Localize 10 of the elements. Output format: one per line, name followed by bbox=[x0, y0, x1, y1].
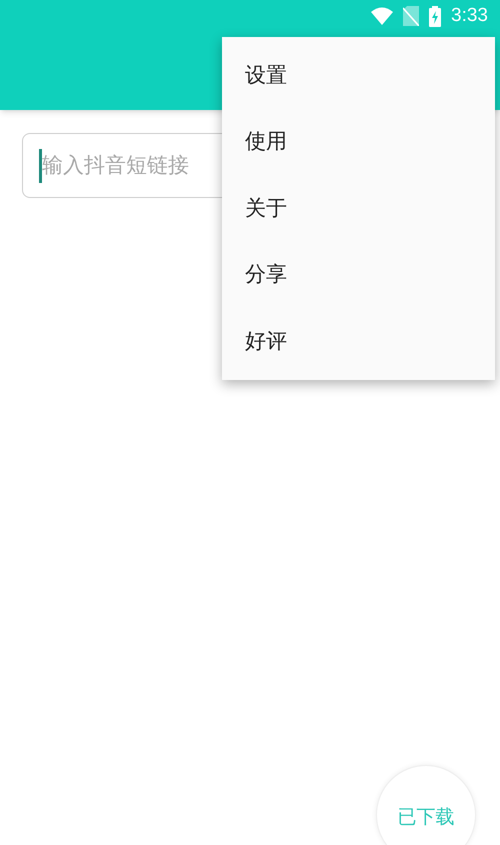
url-placeholder: 输入抖音短链接 bbox=[42, 152, 189, 179]
menu-item[interactable]: 关于 bbox=[222, 175, 495, 242]
no-sim-icon bbox=[403, 6, 420, 26]
status-time: 3:33 bbox=[451, 4, 488, 28]
wifi-icon bbox=[371, 7, 394, 25]
menu-item[interactable]: 分享 bbox=[222, 242, 495, 308]
battery-charging-icon bbox=[429, 6, 442, 26]
menu-item[interactable]: 设置 bbox=[222, 42, 495, 108]
menu-item[interactable]: 好评 bbox=[222, 308, 495, 374]
menu-item[interactable]: 使用 bbox=[222, 108, 495, 175]
